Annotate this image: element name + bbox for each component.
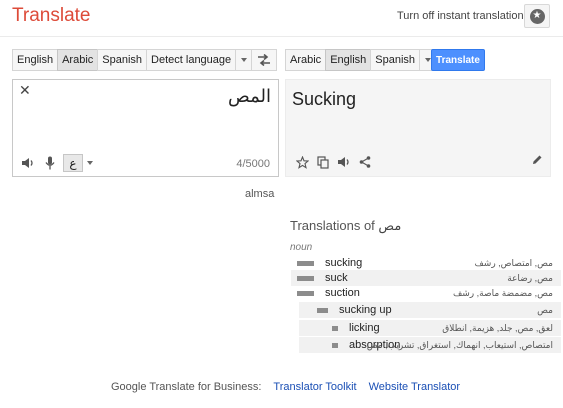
microphone-icon[interactable] [41,154,59,172]
source-language-bar: English Arabic Spanish Detect language [12,49,254,71]
input-tools-button[interactable]: ع [63,154,83,172]
chevron-down-icon [241,58,248,62]
source-lang-detect[interactable]: Detect language [146,49,237,71]
frequency-bar [321,325,343,331]
frequency-bar [311,307,333,313]
instant-translation-toggle[interactable]: Turn off instant translation [397,10,524,22]
dictionary-term[interactable]: sucking up [339,304,392,316]
target-lang-english[interactable]: English [325,49,372,71]
translation-output: Sucking [285,79,551,177]
translation-text: Sucking [292,89,357,109]
dictionary-entry: sucking up مص [299,302,561,318]
dictionary-title: Translations of مص [290,218,401,234]
target-lang-spanish[interactable]: Spanish [370,49,421,71]
dictionary-term[interactable]: suction [325,287,360,299]
settings-button[interactable]: ★ [524,4,550,28]
transliteration: almsa [245,188,275,200]
swap-languages-button[interactable] [251,49,277,71]
source-lang-arabic[interactable]: Arabic [57,49,99,71]
dictionary-synonyms[interactable]: مص, امتصاص, رشف [474,258,553,269]
source-lang-english[interactable]: English [12,49,59,71]
character-count: 4/5000 [236,158,270,170]
footer-label: Google Translate for Business: [111,381,262,393]
translate-button[interactable]: Translate [431,49,485,71]
dictionary-entry: suction مص, مضمضة ماصة, رشف [291,285,561,301]
app-title[interactable]: Translate [12,5,91,27]
frequency-bar [321,342,343,348]
header: Translate Turn off instant translation ★ [0,0,563,36]
translation-toolbar [293,153,374,171]
speaker-icon[interactable] [19,154,37,172]
dictionary-entry: suck مص, رضاعة [291,270,561,286]
footer: Google Translate for Business: Translato… [111,381,460,393]
website-translator-link[interactable]: Website Translator [369,381,461,393]
dictionary-entry: licking لعق, مص, جلد, هزيمة, انطلاق [299,320,561,336]
swap-arrows-icon [258,54,270,66]
dictionary-title-word: مص [378,218,402,233]
source-text[interactable]: المص [228,86,271,107]
header-divider [0,36,563,37]
copy-icon[interactable] [314,153,332,171]
dictionary-synonyms[interactable]: لعق, مص, جلد, هزيمة, انطلاق [442,323,553,334]
dictionary-synonyms[interactable]: مص [537,305,553,316]
dictionary-entry: absorption امتصاص, استيعاب, انهماك, استغر… [299,337,561,353]
close-icon[interactable]: ✕ [19,82,31,99]
target-language-bar: Arabic English Spanish [285,49,438,71]
frequency-bar [297,260,319,266]
share-icon[interactable] [356,153,374,171]
translator-toolkit-link[interactable]: Translator Toolkit [273,381,356,393]
dictionary-title-label: Translations of [290,218,375,233]
dictionary-term[interactable]: licking [349,322,380,334]
star-icon[interactable] [293,153,311,171]
dictionary-synonyms[interactable]: امتصاص, استيعاب, انهماك, استغراق, تشريب,… [367,340,553,351]
chevron-down-icon[interactable] [87,161,93,165]
source-toolbar: ع [19,154,93,172]
dictionary-term[interactable]: sucking [325,257,362,269]
dictionary-synonyms[interactable]: مص, رضاعة [507,273,553,284]
source-lang-spanish[interactable]: Spanish [97,49,148,71]
part-of-speech: noun [290,242,313,253]
pencil-icon[interactable] [532,152,543,170]
dictionary-term[interactable]: suck [325,272,348,284]
frequency-bar [297,290,319,296]
dictionary-synonyms[interactable]: مص, مضمضة ماصة, رشف [453,288,553,299]
frequency-bar [297,275,319,281]
source-textarea[interactable]: ✕ المص ع 4/5000 [12,79,279,177]
dictionary-entry: sucking مص, امتصاص, رشف [291,255,561,271]
target-lang-arabic[interactable]: Arabic [285,49,327,71]
gear-icon: ★ [529,8,545,24]
speaker-icon[interactable] [335,153,353,171]
